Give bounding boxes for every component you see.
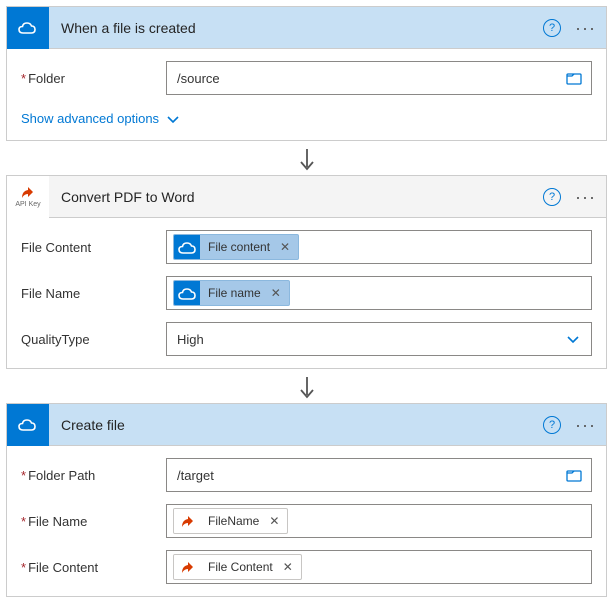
remove-token-icon[interactable]: ✕ [278, 240, 298, 254]
folder-path-input[interactable]: /target [166, 458, 592, 492]
token-label: File name [200, 286, 269, 300]
onedrive-icon [174, 234, 200, 260]
quality-select[interactable]: High [166, 322, 592, 356]
token-label: FileName [200, 514, 267, 528]
file-content-label: File Content [21, 240, 166, 255]
quality-value: High [173, 330, 561, 349]
onedrive-icon [174, 280, 200, 306]
remove-token-icon[interactable]: ✕ [269, 286, 289, 300]
folder-input[interactable]: /source [166, 61, 592, 95]
chevron-down-icon[interactable] [561, 332, 585, 346]
onedrive-icon [7, 7, 49, 49]
file-name-input[interactable]: FileName ✕ [166, 504, 592, 538]
advanced-label: Show advanced options [21, 111, 159, 126]
help-icon[interactable]: ? [543, 416, 561, 434]
folder-value: /source [173, 69, 563, 88]
folder-path-label: Folder Path [21, 468, 166, 483]
show-advanced-options-link[interactable]: Show advanced options [21, 107, 181, 128]
token-label: File content [200, 240, 278, 254]
file-content-input[interactable]: File content ✕ [166, 230, 592, 264]
folder-label: Folder [21, 71, 166, 86]
file-content-token[interactable]: File content ✕ [173, 234, 299, 260]
folder-picker-icon[interactable] [563, 69, 585, 87]
step1-header[interactable]: When a file is created ? ··· [7, 7, 606, 49]
file-content-input[interactable]: File Content ✕ [166, 550, 592, 584]
step1-title: When a file is created [49, 20, 543, 36]
apikey-icon [174, 554, 200, 580]
onedrive-icon [7, 404, 49, 446]
more-menu-icon[interactable]: ··· [575, 416, 596, 434]
more-menu-icon[interactable]: ··· [575, 19, 596, 37]
token-label: File Content [200, 560, 281, 574]
step3-header[interactable]: Create file ? ··· [7, 404, 606, 446]
file-name-token[interactable]: File name ✕ [173, 280, 290, 306]
step3-title: Create file [49, 417, 543, 433]
file-content-token[interactable]: File Content ✕ [173, 554, 302, 580]
flow-arrow-icon [6, 369, 607, 403]
step2-header[interactable]: API Key Convert PDF to Word ? ··· [7, 176, 606, 218]
remove-token-icon[interactable]: ✕ [267, 514, 287, 528]
apikey-icon: API Key [7, 176, 49, 218]
step-when-file-created: When a file is created ? ··· Folder /sou… [6, 6, 607, 141]
file-name-token[interactable]: FileName ✕ [173, 508, 288, 534]
flow-arrow-icon [6, 141, 607, 175]
step2-title: Convert PDF to Word [49, 189, 543, 205]
apikey-icon [174, 508, 200, 534]
file-name-label: File Name [21, 286, 166, 301]
folder-picker-icon[interactable] [563, 466, 585, 484]
more-menu-icon[interactable]: ··· [575, 188, 596, 206]
file-name-label: File Name [21, 514, 166, 529]
remove-token-icon[interactable]: ✕ [281, 560, 301, 574]
file-name-input[interactable]: File name ✕ [166, 276, 592, 310]
quality-label: QualityType [21, 332, 166, 347]
apikey-label: API Key [15, 201, 40, 208]
step-convert-pdf: API Key Convert PDF to Word ? ··· File C… [6, 175, 607, 369]
step-create-file: Create file ? ··· Folder Path /target Fi… [6, 403, 607, 597]
folder-path-value: /target [173, 466, 563, 485]
file-content-label: File Content [21, 560, 166, 575]
help-icon[interactable]: ? [543, 188, 561, 206]
help-icon[interactable]: ? [543, 19, 561, 37]
